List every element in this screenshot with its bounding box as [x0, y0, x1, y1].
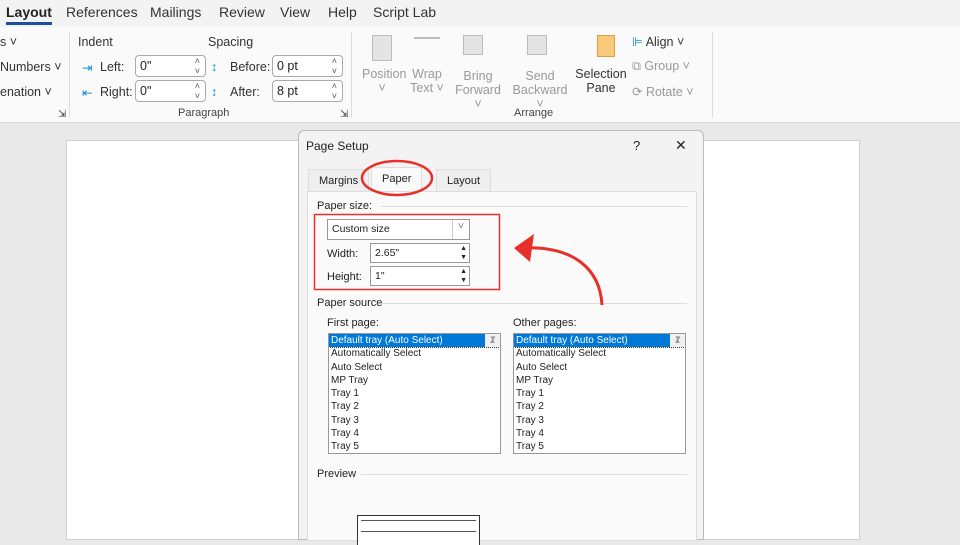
annotation-circle — [360, 159, 434, 197]
annotation-arrow — [519, 246, 604, 306]
arrow-head-icon — [514, 234, 534, 262]
annotation-overlay — [313, 159, 604, 306]
annotation-box — [313, 213, 501, 291]
